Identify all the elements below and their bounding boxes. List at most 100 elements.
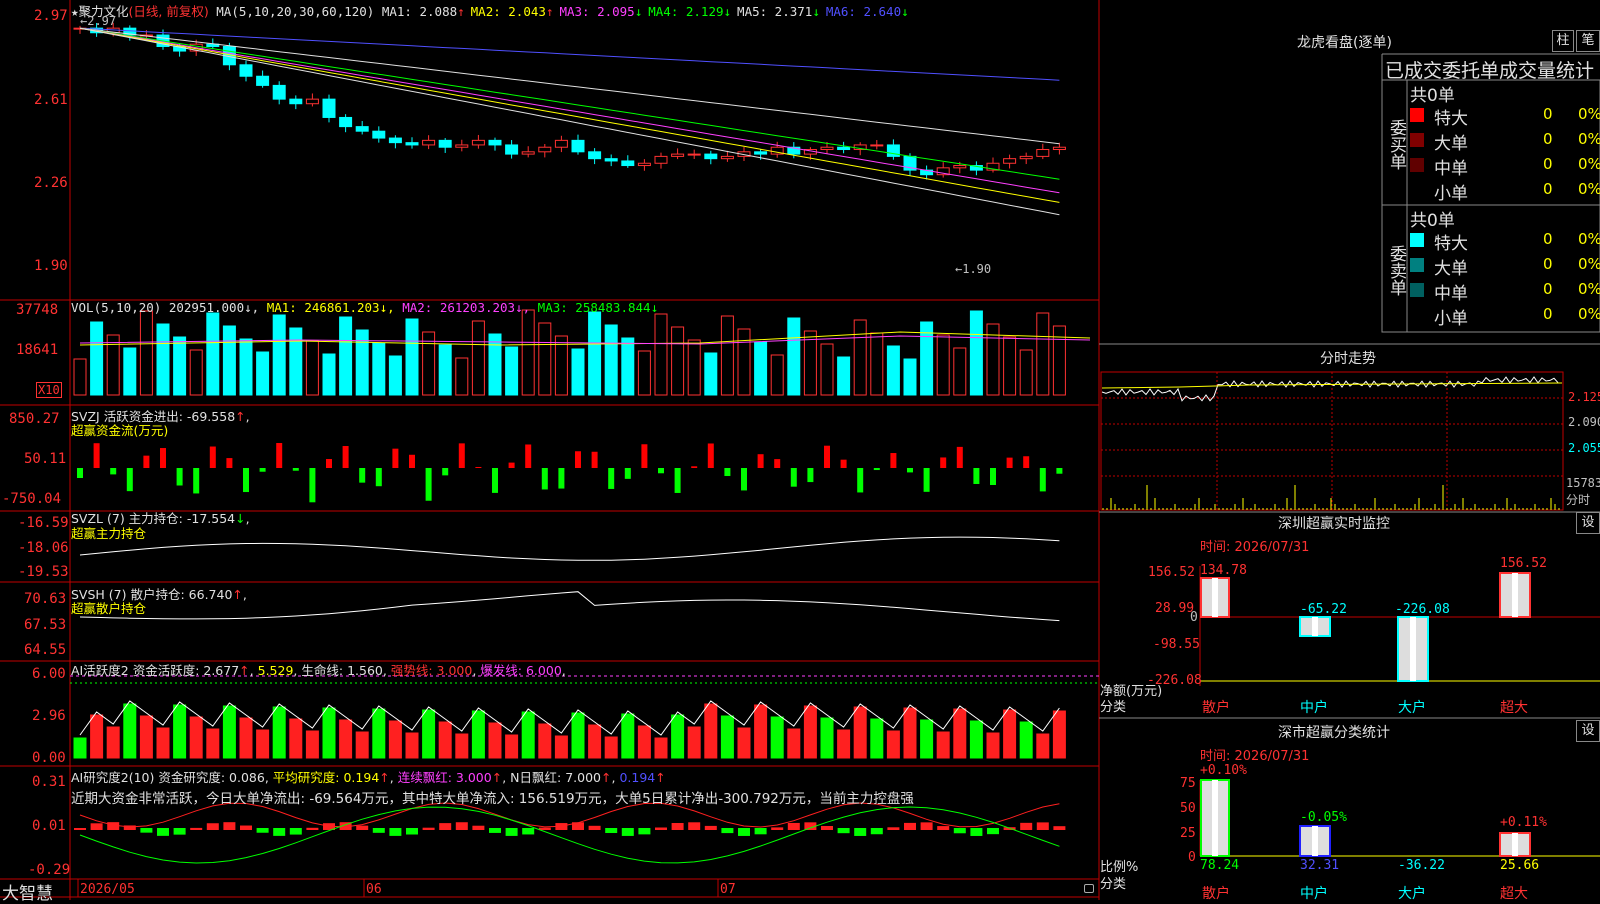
buy-name: 特大: [1434, 109, 1468, 129]
activity-bar: [886, 730, 900, 759]
activity-bar: [754, 704, 768, 759]
ai-research-comment: 近期大资金非常活跃，今日大单净流出: -69.564万元，其中特大单净流入: 1…: [71, 791, 914, 807]
candle-body: [654, 155, 668, 164]
sz-cat-large: 大户: [1398, 700, 1426, 716]
research-bar: [90, 823, 103, 830]
class-stat-settings-button[interactable]: 设: [1576, 720, 1600, 742]
research-bar: [505, 828, 518, 836]
sell-percent: 0%: [1578, 230, 1600, 248]
vol-unit-badge[interactable]: X10: [36, 382, 62, 398]
fund-flow-bar: [890, 453, 897, 468]
activity-bar: [222, 705, 236, 759]
svzj-tick-high: 850.27: [9, 411, 60, 427]
ma-value-2: MA2: 2.043↑: [470, 4, 554, 19]
sz-bar-super-shine: [1512, 573, 1518, 617]
candle-body: [1003, 158, 1017, 164]
research-bar: [704, 825, 717, 830]
svsh-tick-high: 70.63: [24, 591, 67, 607]
fund-flow-bar: [326, 459, 332, 468]
period-label[interactable]: (日线, 前复权): [129, 4, 209, 19]
fund-flow-bar: [442, 468, 449, 476]
volume-bar: [505, 346, 519, 396]
research-bar: [356, 825, 369, 830]
sz-val-retail: 134.78: [1200, 563, 1247, 578]
activity-bar: [272, 706, 286, 759]
fund-flow-bar: [840, 459, 847, 468]
cls-val-retail: 78.24: [1200, 858, 1240, 873]
research-bar: [157, 828, 169, 836]
fund-flow-bar: [707, 443, 714, 468]
ai2-tick-low: -0.29: [28, 862, 71, 878]
tick-mode-button[interactable]: 笔: [1576, 30, 1600, 52]
volume-bar: [339, 316, 353, 396]
cls-bar-mid-shine: [1312, 826, 1318, 856]
sell-name: 中单: [1434, 284, 1468, 304]
ma5-line: [79, 27, 1060, 145]
activity-bar: [438, 721, 452, 759]
fund-flow-bar: [126, 468, 133, 492]
intraday-tab[interactable]: 分时: [1566, 491, 1590, 508]
fund-flow-bar: [143, 455, 150, 468]
activity-bar: [1036, 733, 1050, 759]
lock-icon[interactable]: [1084, 884, 1094, 893]
activity-bar: [471, 710, 485, 759]
intraday-tick-2: 2.090: [1568, 415, 1600, 429]
fund-flow-bar: [558, 468, 565, 489]
activity-bar: [256, 729, 270, 759]
sell-count: 0: [1543, 255, 1553, 273]
star-icon[interactable]: ★: [71, 4, 79, 19]
research-bar: [406, 828, 418, 835]
activity-bar: [355, 731, 369, 759]
research-bar: [289, 828, 302, 835]
sz-tick-4: -98.55: [1153, 637, 1200, 652]
intraday-tick-3: 2.055: [1568, 441, 1600, 455]
research-bar: [422, 827, 435, 830]
volume-bar: [953, 347, 967, 396]
volume-bar: [322, 353, 336, 396]
fund-flow-bar: [475, 466, 482, 468]
volume-bar: [803, 330, 817, 396]
fund-flow-bar: [309, 468, 316, 503]
sell-percent: 0%: [1578, 280, 1600, 298]
sell-row: 小单 0 0%: [1408, 304, 1600, 329]
fund-flow-bar: [591, 451, 598, 468]
fund-flow-bar: [392, 448, 399, 468]
candle-body: [754, 151, 768, 155]
cls-val-super: 25.66: [1500, 858, 1540, 873]
research-bar: [372, 828, 385, 833]
vol-tick-high: 37748: [16, 302, 59, 318]
research-bar: [904, 822, 916, 830]
fund-flow-bar: [209, 446, 216, 468]
sell-total: 共0单: [1410, 211, 1455, 231]
sz-bar-large-shine: [1410, 617, 1416, 681]
fund-flow-bar: [956, 446, 963, 468]
sell-swatch: [1410, 308, 1424, 322]
volume-bar: [455, 357, 469, 396]
volume-bar: [538, 322, 552, 396]
fund-flow-bar: [93, 443, 100, 468]
activity-bar: [73, 737, 87, 759]
svsh-tick-low: 64.55: [24, 642, 67, 658]
buy-percent: 0%: [1578, 155, 1600, 173]
cls-pct-mid: -0.05%: [1300, 810, 1347, 825]
sz-monitor-settings-button[interactable]: 设: [1576, 512, 1600, 534]
research-bar: [455, 822, 468, 830]
candle-body: [621, 160, 635, 167]
candle-body: [588, 151, 602, 160]
y-tick-190: 1.90: [34, 258, 68, 274]
buy-count: 0: [1543, 105, 1553, 123]
intraday-title: 分时走势: [1320, 351, 1376, 367]
candle-body: [720, 155, 734, 160]
research-bar: [887, 827, 900, 830]
sell-name: 特大: [1434, 234, 1468, 254]
activity-bar: [455, 733, 469, 759]
research-bar: [970, 828, 983, 836]
activity-bar: [554, 735, 568, 759]
volume-bar: [820, 343, 834, 396]
volume-bar: [737, 328, 751, 396]
bar-mode-button[interactable]: 柱: [1552, 30, 1574, 52]
candle-body: [455, 144, 469, 148]
cls-tick-25: 25: [1180, 826, 1196, 841]
activity-bar: [654, 737, 668, 759]
volume-bar: [488, 333, 502, 396]
